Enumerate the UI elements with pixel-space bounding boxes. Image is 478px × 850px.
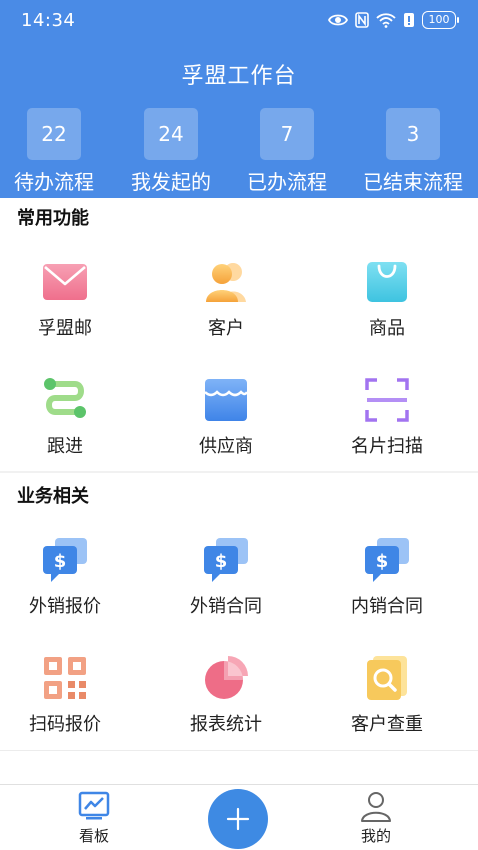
tile-customer[interactable]: 客户 (146, 258, 306, 340)
tile-follow-up[interactable]: 跟进 (0, 376, 145, 458)
stat-processed[interactable]: 7 已办流程 (227, 108, 347, 195)
qr-code-icon (44, 657, 86, 699)
stat-count: 3 (386, 108, 440, 160)
status-time: 14:34 (21, 10, 76, 31)
contract-icon: $ (365, 538, 409, 582)
svg-text:$: $ (54, 551, 67, 572)
stat-initiated[interactable]: 24 我发起的 (111, 108, 231, 195)
tile-label: 客户 (208, 318, 244, 339)
svg-text:$: $ (215, 551, 228, 572)
add-button[interactable] (208, 789, 268, 849)
alert-icon (404, 13, 414, 27)
tile-export-contract[interactable]: $ 外销合同 (146, 536, 306, 618)
contract-icon: $ (204, 538, 248, 582)
page-title: 孚盟工作台 (181, 64, 297, 89)
search-document-icon (367, 656, 407, 700)
stat-label: 我发起的 (131, 170, 211, 194)
eye-icon (328, 14, 348, 26)
shopping-bag-icon (367, 262, 407, 302)
scan-icon (365, 378, 409, 422)
tile-label: 扫码报价 (29, 714, 101, 735)
tile-label: 商品 (369, 318, 405, 339)
tile-card-scan[interactable]: 名片扫描 (307, 376, 467, 458)
quote-icon: $ (43, 538, 87, 582)
status-bar: 14:34 100 (0, 0, 478, 44)
customer-icon (206, 263, 246, 302)
stat-finished[interactable]: 3 已结束流程 (353, 108, 473, 195)
tile-goods[interactable]: 商品 (307, 258, 467, 340)
stat-count: 24 (144, 108, 198, 160)
section-divider (0, 471, 478, 473)
stat-label: 已结束流程 (363, 170, 463, 194)
tile-label: 孚盟邮 (38, 318, 92, 339)
user-icon (361, 792, 391, 822)
chart-icon (78, 791, 110, 820)
tile-label: 报表统计 (190, 714, 262, 735)
store-icon (204, 379, 249, 421)
tab-label: 我的 (360, 827, 391, 845)
tab-label: 看板 (78, 827, 109, 845)
pie-chart-icon (205, 656, 248, 699)
wifi-icon (376, 13, 396, 28)
section-title-common: 常用功能 (17, 208, 89, 229)
section-title-business: 业务相关 (17, 486, 89, 507)
tile-report[interactable]: 报表统计 (146, 654, 306, 736)
stat-count: 22 (27, 108, 81, 160)
tile-label: 供应商 (199, 436, 253, 457)
header: 14:34 100 孚盟工作台 22 待办流程 24 我发起的 7 已办流程 3… (0, 0, 478, 198)
stat-label: 已办流程 (247, 170, 327, 194)
tile-domestic-contract[interactable]: $ 内销合同 (307, 536, 467, 618)
tile-label: 外销报价 (29, 596, 101, 617)
tile-label: 内销合同 (351, 596, 423, 617)
tile-supplier[interactable]: 供应商 (146, 376, 306, 458)
nfc-icon (355, 12, 369, 28)
stat-count: 7 (260, 108, 314, 160)
section-divider (0, 750, 478, 751)
tab-mine[interactable]: 我的 (336, 789, 416, 846)
tile-export-quote[interactable]: $ 外销报价 (0, 536, 145, 618)
tile-label: 名片扫描 (351, 436, 423, 457)
status-icons: 100 (328, 11, 459, 29)
battery-icon: 100 (422, 11, 459, 29)
stat-pending[interactable]: 22 待办流程 (0, 108, 114, 195)
tile-mail[interactable]: 孚盟邮 (0, 258, 145, 340)
tile-label: 外销合同 (190, 596, 262, 617)
mail-icon (43, 264, 87, 300)
tile-scan-quote[interactable]: 扫码报价 (0, 654, 145, 736)
tile-label: 跟进 (47, 436, 83, 457)
svg-text:$: $ (376, 551, 389, 572)
stat-label: 待办流程 (14, 170, 94, 194)
tile-label: 客户查重 (351, 714, 423, 735)
tab-dashboard[interactable]: 看板 (54, 789, 134, 846)
tile-customer-dedupe[interactable]: 客户查重 (307, 654, 467, 736)
plus-icon (226, 807, 250, 831)
follow-up-icon (44, 378, 86, 418)
